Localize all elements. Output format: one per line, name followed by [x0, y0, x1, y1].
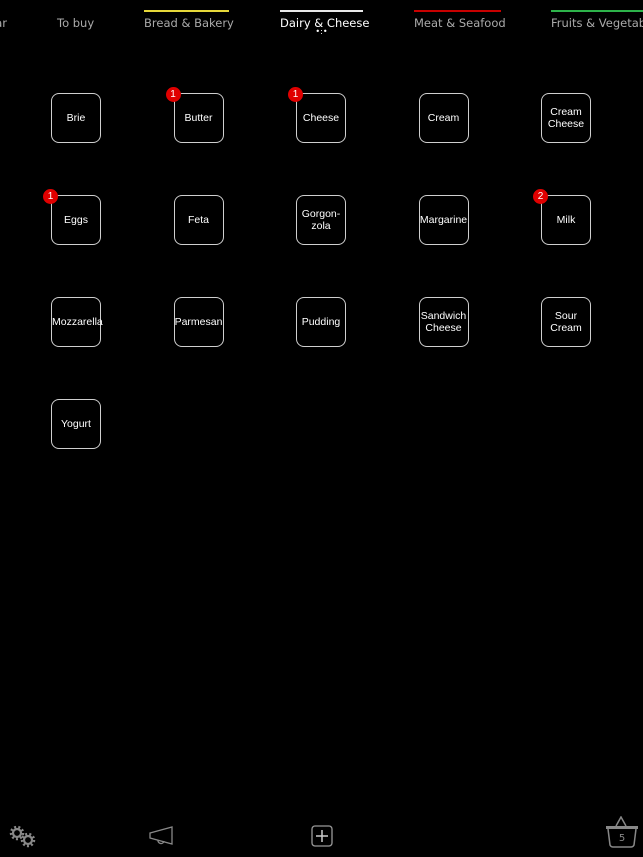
item-tile[interactable]: Cream Cheese: [541, 93, 591, 143]
tab-to-buy[interactable]: To buy: [57, 10, 95, 40]
item-label: Feta: [187, 214, 209, 226]
share-button[interactable]: [148, 826, 176, 850]
item-label: Mozzarella: [52, 316, 103, 328]
tab-fruits-vegetab[interactable]: Fruits & Vegetab: [551, 10, 643, 40]
item-tile[interactable]: Sandwich Cheese: [418, 297, 469, 347]
item-tile[interactable]: Milk 2: [533, 189, 591, 245]
tab-label: Bread & Bakery: [144, 16, 234, 30]
item-label: Milk: [556, 214, 576, 226]
item-tile[interactable]: Butter 1: [165, 87, 224, 143]
settings-button[interactable]: [8, 824, 36, 852]
item-tile[interactable]: Gorgon-zola: [296, 195, 346, 245]
item-label: Sandwich Cheese: [420, 310, 467, 334]
count-badge: 1: [43, 189, 58, 204]
item-tile[interactable]: Cheese 1: [288, 87, 346, 143]
tab-label: To buy: [57, 16, 95, 30]
item-label: Cream Cheese: [547, 106, 585, 130]
tab-color-bar: [144, 10, 229, 12]
item-label: Brie: [66, 112, 86, 124]
tab-meat-seafood[interactable]: Meat & Seafood: [414, 10, 506, 40]
item-label: Gorgon-zola: [301, 208, 341, 232]
item-tile[interactable]: Yogurt: [51, 399, 101, 449]
item-label: Margarine: [419, 214, 468, 226]
tab-dairy-cheese[interactable]: Dairy & Cheese •:•: [280, 10, 369, 40]
tab-ar[interactable]: ar: [0, 10, 7, 40]
drag-handle-icon: •:•: [315, 27, 328, 36]
megaphone-icon: [149, 826, 173, 845]
tab-color-bar: [551, 10, 643, 12]
item-tile[interactable]: Brie: [51, 93, 101, 143]
item-label: Cream: [427, 112, 460, 124]
tab-color-bar: [57, 10, 93, 12]
item-label: Butter: [184, 112, 213, 124]
item-tile[interactable]: Pudding: [296, 297, 346, 347]
item-tile[interactable]: Mozzarella: [51, 297, 103, 347]
item-tile[interactable]: Sour Cream: [541, 297, 591, 347]
tab-label: Fruits & Vegetab: [551, 16, 643, 30]
item-tile[interactable]: Cream: [418, 93, 469, 143]
item-label: Eggs: [64, 214, 88, 226]
tab-bread-bakery[interactable]: Bread & Bakery: [144, 10, 234, 40]
item-tile[interactable]: Parmesan: [173, 297, 224, 347]
add-icon: [311, 825, 333, 847]
tab-label: Meat & Seafood: [414, 16, 506, 30]
item-label: Parmesan: [174, 316, 223, 328]
basket-count: 5: [618, 833, 626, 844]
count-badge: 1: [165, 87, 181, 102]
add-item-button[interactable]: [311, 825, 333, 851]
tab-color-bar: [280, 10, 363, 12]
gears-icon: [9, 825, 36, 848]
count-badge: 2: [533, 189, 548, 204]
item-tile[interactable]: Margarine: [418, 195, 469, 245]
item-label: Sour Cream: [550, 310, 582, 334]
tab-label: ar: [0, 16, 7, 30]
basket-button[interactable]: 5: [604, 816, 640, 848]
item-tile[interactable]: Feta: [173, 195, 224, 245]
count-badge: 1: [288, 87, 303, 102]
item-tile[interactable]: Eggs 1: [43, 189, 101, 245]
tab-color-bar: [0, 10, 7, 12]
item-label: Yogurt: [61, 418, 91, 430]
item-label: Pudding: [301, 316, 341, 328]
tab-color-bar: [414, 10, 501, 12]
item-label: Cheese: [302, 112, 340, 124]
